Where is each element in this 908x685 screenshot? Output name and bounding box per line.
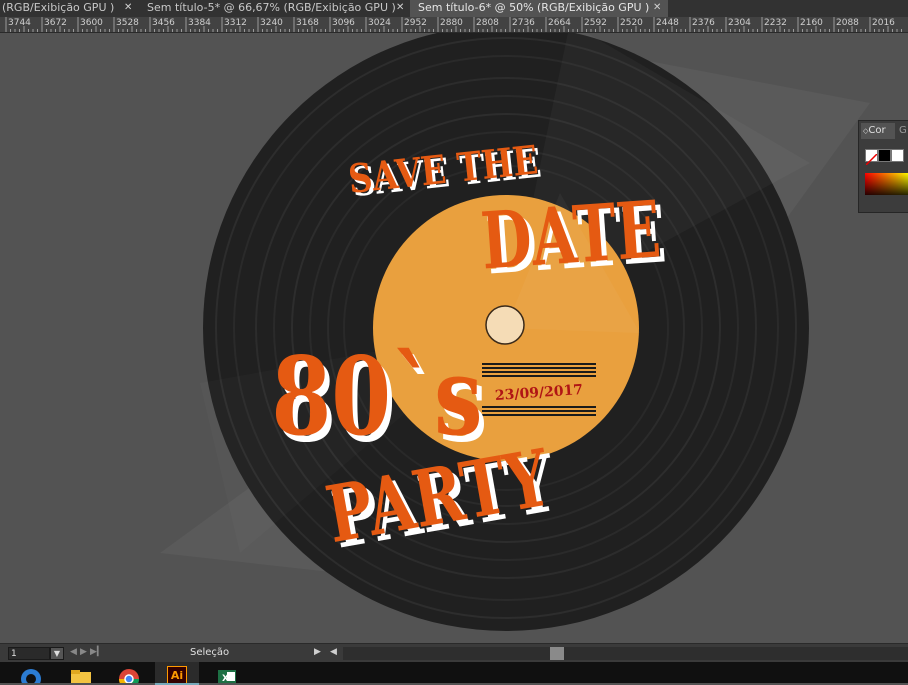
eighties-text-group: 80`s 80`s bbox=[271, 334, 487, 466]
close-icon[interactable]: ✕ bbox=[396, 0, 404, 16]
date-title-text: DATE bbox=[478, 184, 663, 288]
chrome-icon[interactable] bbox=[118, 667, 140, 683]
next-icon[interactable]: ▶ bbox=[80, 647, 87, 657]
none-slash-icon bbox=[865, 153, 878, 166]
ruler-label: 3096 bbox=[332, 18, 355, 28]
white-swatch[interactable] bbox=[891, 149, 904, 162]
artwork: 23/09/2017 SAVE THE SAVE THE DATE DATE 8… bbox=[160, 33, 870, 631]
scrollbar-thumb[interactable] bbox=[550, 647, 564, 660]
edge-icon[interactable] bbox=[20, 667, 42, 683]
ruler-label: 2088 bbox=[836, 18, 859, 28]
tab-document-1[interactable]: (RGB/Exibição GPU ) ✕ bbox=[2, 0, 136, 17]
current-tool-label: Seleção bbox=[190, 647, 230, 658]
spindle-hole bbox=[485, 305, 525, 345]
svg-text:X: X bbox=[222, 674, 229, 683]
ruler-label: 3024 bbox=[368, 18, 391, 28]
tab-label: Sem título-5* @ 66,67% (RGB/Exibição GPU… bbox=[147, 1, 396, 14]
horizontal-scrollbar[interactable] bbox=[343, 647, 908, 660]
ruler-label: 3528 bbox=[116, 18, 139, 28]
ruler-label: 2736 bbox=[512, 18, 535, 28]
close-icon[interactable]: ✕ bbox=[124, 0, 132, 16]
tab-label: (RGB/Exibição GPU ) bbox=[2, 1, 115, 14]
play-icon[interactable]: ▶ bbox=[314, 647, 321, 657]
color-spectrum[interactable] bbox=[865, 173, 908, 195]
tab-secondary-label: G bbox=[899, 125, 907, 136]
ruler-label: 2592 bbox=[584, 18, 607, 28]
artboard-canvas[interactable]: 23/09/2017 SAVE THE SAVE THE DATE DATE 8… bbox=[0, 33, 908, 643]
document-tab-bar: (RGB/Exibição GPU ) ✕ Sem título-5* @ 66… bbox=[0, 0, 908, 17]
black-swatch[interactable] bbox=[878, 149, 891, 162]
windows-taskbar: Ai X bbox=[0, 662, 908, 685]
ruler-label: 2376 bbox=[692, 18, 715, 28]
color-panel: ◇Cor G bbox=[858, 120, 908, 213]
status-bar: 1 ▼ ◀ ▶ ▶▎ Seleção ▶ ◀ bbox=[0, 643, 908, 663]
tab-cor[interactable]: ◇Cor bbox=[861, 123, 895, 139]
ruler-label: 3744 bbox=[8, 18, 31, 28]
ruler-label: 3456 bbox=[152, 18, 175, 28]
illustrator-icon[interactable]: Ai bbox=[155, 662, 199, 685]
ruler-label: 3600 bbox=[80, 18, 103, 28]
illustrator-label: Ai bbox=[167, 666, 187, 683]
last-icon[interactable]: ▶▎ bbox=[90, 647, 104, 657]
artboard-number-input[interactable]: 1 bbox=[8, 647, 50, 660]
tab-secondary[interactable]: G bbox=[899, 123, 907, 139]
ruler-label: 3312 bbox=[224, 18, 247, 28]
ruler-label: 2016 bbox=[872, 18, 895, 28]
ruler-label: 2880 bbox=[440, 18, 463, 28]
tab-document-3[interactable]: Sem título-6* @ 50% (RGB/Exibição GPU ) … bbox=[410, 0, 668, 17]
folder-icon[interactable] bbox=[70, 667, 92, 683]
horizontal-ruler: 3744 3672 3600 3528 3456 3384 3312 3240 3168 3096… bbox=[0, 17, 908, 33]
ruler-label: 2232 bbox=[764, 18, 787, 28]
excel-icon[interactable]: X bbox=[216, 667, 238, 683]
tab-label: Sem título-6* @ 50% (RGB/Exibição GPU ) bbox=[418, 1, 650, 14]
ruler-label: 3672 bbox=[44, 18, 67, 28]
date-title-group: DATE DATE bbox=[478, 184, 669, 293]
ruler-label: 3168 bbox=[296, 18, 319, 28]
ruler-label: 2952 bbox=[404, 18, 427, 28]
ruler-label: 2304 bbox=[728, 18, 751, 28]
tab-cor-label: Cor bbox=[868, 125, 886, 136]
eighties-text: 80`s bbox=[271, 334, 482, 460]
ruler-label: 2664 bbox=[548, 18, 571, 28]
none-swatch[interactable] bbox=[865, 149, 878, 166]
ruler-label: 2808 bbox=[476, 18, 499, 28]
close-icon[interactable]: ✕ bbox=[653, 0, 661, 16]
chevron-down-icon[interactable]: ▼ bbox=[50, 647, 64, 660]
ruler-label: 3240 bbox=[260, 18, 283, 28]
previous-icon[interactable]: ◀ bbox=[70, 647, 77, 657]
tab-document-2[interactable]: Sem título-5* @ 66,67% (RGB/Exibição GPU… bbox=[147, 0, 404, 17]
scroll-left-icon[interactable]: ◀ bbox=[330, 647, 337, 657]
ruler-label: 2520 bbox=[620, 18, 643, 28]
ruler-label: 2448 bbox=[656, 18, 679, 28]
ruler-label: 3384 bbox=[188, 18, 211, 28]
ruler-label: 2160 bbox=[800, 18, 823, 28]
